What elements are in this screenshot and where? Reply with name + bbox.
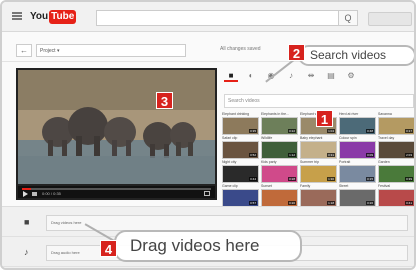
thumbnail-image: 0:28 (261, 165, 298, 183)
thumbnail-image: 1:18 (300, 189, 337, 207)
project-name-field[interactable]: Project ▾ (36, 44, 186, 57)
progress-fill (22, 188, 32, 190)
thumbnail-image: 0:09 (339, 141, 376, 159)
thumbnail-duration: 1:18 (327, 201, 335, 205)
creative-commons-tab[interactable]: ◐ (244, 70, 258, 82)
thumbnail-image: 0:20 (261, 189, 298, 207)
thumbnail-duration: 0:48 (366, 129, 374, 133)
callout-2-badge: 2 (288, 44, 305, 61)
music-tab[interactable]: ♪ (284, 70, 298, 82)
play-icon[interactable] (23, 191, 28, 197)
thumbnail-duration: 0:15 (366, 177, 374, 181)
editor-window: YouTube Q ← Project ▾ All changes saved (0, 0, 416, 270)
callout-3-badge: 3 (156, 92, 173, 109)
thumbnail-image: 1:12 (261, 141, 298, 159)
thumbnail-image: 0:17 (378, 117, 414, 135)
progress-bar[interactable] (22, 188, 211, 190)
media-tabs: ■◐◉♪⇹▤⚙ (222, 68, 414, 84)
volume-icon[interactable] (32, 192, 37, 196)
thumbnail-duration: 0:22 (288, 129, 296, 133)
fullscreen-icon[interactable] (204, 191, 210, 196)
thumbnail-duration: 0:09 (366, 153, 374, 157)
callout-2-label: Search videos (298, 45, 414, 66)
time-readout: 0:00 / 0:35 (42, 191, 61, 196)
logo-tube-text: Tube (49, 10, 77, 24)
youtube-logo[interactable]: You Tube (30, 10, 77, 24)
videos-tab[interactable]: ■ (224, 70, 238, 82)
thumbnail-image: 0:57 (222, 189, 259, 207)
thumbnail-duration: 1:30 (327, 177, 335, 181)
thumbnail-duration: 0:41 (405, 201, 413, 205)
search-icon[interactable]: Q (338, 10, 358, 26)
thumbnail-image: 0:15 (339, 165, 376, 183)
logo-you-text: You (30, 11, 49, 22)
video-preview-player[interactable]: 0:00 / 0:35 (16, 68, 217, 200)
thumbnail-image: 0:41 (378, 189, 414, 207)
thumbnail-duration: 0:57 (249, 201, 257, 205)
media-panel: ■◐◉♪⇹▤⚙ Search videos Elephant drinking0… (222, 68, 414, 208)
thumbnail-duration: 0:17 (405, 129, 413, 133)
thumbnail-duration: 0:39 (405, 177, 413, 181)
titles-tab[interactable]: ▤ (324, 70, 338, 82)
thumbnail-image: 0:52 (222, 141, 259, 159)
save-status: All changes saved (220, 46, 261, 52)
account-button[interactable] (368, 12, 412, 26)
video-drop-zone[interactable]: Drag videos here (46, 215, 408, 231)
player-controls: 0:00 / 0:35 (18, 186, 215, 198)
transitions-tab[interactable]: ⇹ (304, 70, 318, 82)
thumbnail-duration: 0:28 (288, 177, 296, 181)
thumbnail-image: 0:39 (378, 165, 414, 183)
callout-4-label: Drag videos here (114, 230, 302, 262)
video-track-icon: ■ (24, 217, 30, 227)
site-search-input[interactable] (96, 10, 358, 26)
back-icon[interactable]: ← (16, 44, 32, 57)
top-bar: You Tube Q (2, 2, 414, 32)
callout-1-badge: 1 (316, 110, 333, 127)
thumbnail-duration: 0:52 (249, 153, 257, 157)
thumbnail-image: 1:30 (300, 165, 337, 183)
thumbnail-duration: 0:26 (366, 201, 374, 205)
music-note-icon: ♪ (24, 247, 29, 257)
thumbnail-duration: 0:44 (249, 177, 257, 181)
video-search-input[interactable]: Search videos (224, 94, 414, 108)
thumbnail-image: 2:03 (378, 141, 414, 159)
menu-icon[interactable] (12, 12, 22, 20)
thumbnail-image: 0:35 (222, 117, 259, 135)
thumbnail-duration: 0:31 (327, 153, 335, 157)
settings-tab[interactable]: ⚙ (344, 70, 358, 82)
thumbnail-image: 0:48 (339, 117, 376, 135)
thumbnail-image: 0:31 (300, 141, 337, 159)
callout-4-badge: 4 (100, 240, 117, 257)
elephant-preview-image (18, 70, 215, 184)
thumbnail-duration: 0:20 (288, 201, 296, 205)
thumbnail-duration: 1:04 (327, 129, 335, 133)
thumbnail-duration: 2:03 (405, 153, 413, 157)
thumbnail-image: 0:44 (222, 165, 259, 183)
thumbnail-duration: 0:35 (249, 129, 257, 133)
thumbnail-image: 0:26 (339, 189, 376, 207)
thumbnail-duration: 1:12 (288, 153, 296, 157)
thumbnail-image: 0:22 (261, 117, 298, 135)
